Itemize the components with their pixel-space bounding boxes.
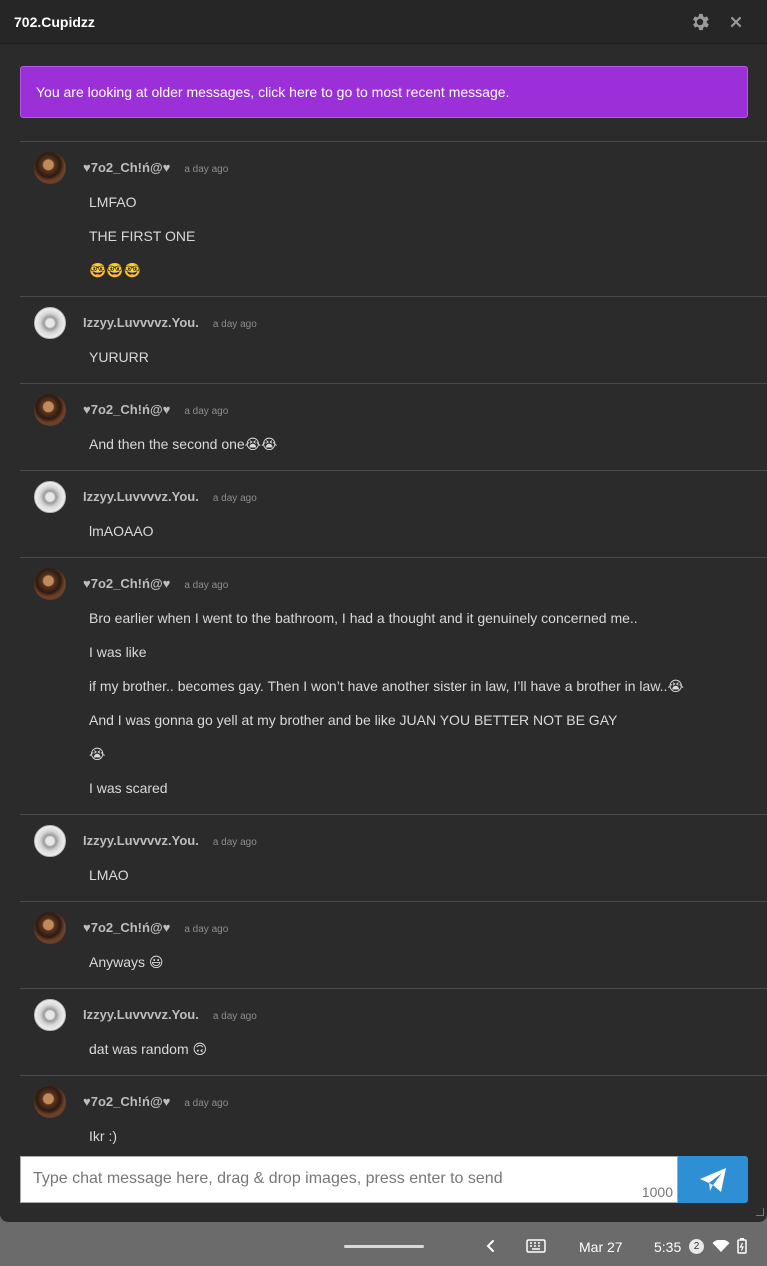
notification-count-badge[interactable]: 2 xyxy=(689,1239,704,1254)
message-item: Izzyy.Luvvvvz.You. a day ago dat was rand… xyxy=(20,988,767,1075)
message-author[interactable]: ♥7o2_Ch!ń@♥ xyxy=(83,920,170,935)
message-item: ♥7o2_Ch!ń@♥ a day ago Ikr :) xyxy=(20,1075,767,1162)
message-item: ♥7o2_Ch!ń@♥ a day ago Anyways 😃 xyxy=(20,901,767,988)
message-author[interactable]: Izzyy.Luvvvvz.You. xyxy=(83,489,199,504)
system-shelf: Mar 27 5:35 2 xyxy=(0,1226,767,1266)
message-time: a day ago xyxy=(212,319,257,330)
avatar[interactable] xyxy=(34,481,66,513)
message-line: 😭 xyxy=(89,746,106,762)
message-line: Anyways 😃 xyxy=(89,954,164,970)
message-author[interactable]: ♥7o2_Ch!ń@♥ xyxy=(83,402,170,417)
chat-window: 702.Cupidzz You are looking at older mes… xyxy=(0,0,767,1222)
message-line: And then the second one😭😭 xyxy=(89,436,278,452)
battery-icon[interactable] xyxy=(737,1238,747,1254)
message-line: THE FIRST ONE xyxy=(89,228,196,244)
avatar[interactable] xyxy=(34,568,66,600)
window-title: 702.Cupidzz xyxy=(14,13,95,30)
avatar[interactable] xyxy=(34,152,66,184)
message-item: Izzyy.Luvvvvz.You. a day ago lmAOAAO xyxy=(20,470,767,557)
message-line: And I was gonna go yell at my brother an… xyxy=(89,712,618,728)
message-time: a day ago xyxy=(212,1011,257,1022)
message-line: Bro earlier when I went to the bathroom,… xyxy=(89,610,638,626)
message-line: lmAOAAO xyxy=(89,523,154,539)
message-list: ♥7o2_Ch!ń@♥ a day ago LMFAO THE FIRST ONE… xyxy=(20,141,767,1162)
avatar[interactable] xyxy=(34,999,66,1031)
message-line: LMAO xyxy=(89,867,129,883)
message-line: I was scared xyxy=(89,780,168,796)
message-line: I was like xyxy=(89,644,147,660)
avatar[interactable] xyxy=(34,1086,66,1118)
clock-label[interactable]: 5:35 xyxy=(654,1239,681,1255)
message-author[interactable]: ♥7o2_Ch!ń@♥ xyxy=(83,1094,170,1109)
wifi-icon[interactable] xyxy=(712,1240,730,1253)
message-line: LMFAO xyxy=(89,194,137,210)
chat-message-input[interactable] xyxy=(21,1161,621,1197)
message-item: Izzyy.Luvvvvz.You. a day ago YURURR xyxy=(20,296,767,383)
avatar[interactable] xyxy=(34,912,66,944)
resize-handle[interactable] xyxy=(756,1208,764,1216)
home-gesture-handle[interactable] xyxy=(344,1245,424,1248)
date-label[interactable]: Mar 27 xyxy=(579,1239,623,1255)
char-counter: 1000 xyxy=(641,1184,673,1200)
message-author[interactable]: ♥7o2_Ch!ń@♥ xyxy=(83,576,170,591)
avatar[interactable] xyxy=(34,307,66,339)
message-time: a day ago xyxy=(184,1098,229,1109)
message-item: Izzyy.Luvvvvz.You. a day ago LMAO xyxy=(20,814,767,901)
send-button[interactable] xyxy=(678,1156,748,1203)
chat-input-box: 1000 xyxy=(20,1156,678,1203)
message-author[interactable]: Izzyy.Luvvvvz.You. xyxy=(83,315,199,330)
send-icon xyxy=(700,1167,726,1192)
message-line: dat was random 🙃 xyxy=(89,1041,208,1057)
message-author[interactable]: Izzyy.Luvvvvz.You. xyxy=(83,833,199,848)
message-author[interactable]: ♥7o2_Ch!ń@♥ xyxy=(83,160,170,175)
message-time: a day ago xyxy=(184,406,229,417)
message-time: a day ago xyxy=(184,580,229,591)
message-time: a day ago xyxy=(184,164,229,175)
older-messages-banner[interactable]: You are looking at older messages, click… xyxy=(20,66,748,118)
avatar[interactable] xyxy=(34,825,66,857)
message-time: a day ago xyxy=(212,493,257,504)
message-item: ♥7o2_Ch!ń@♥ a day ago And then the second… xyxy=(20,383,767,470)
close-icon[interactable] xyxy=(729,15,743,29)
back-icon[interactable] xyxy=(483,1238,497,1254)
message-time: a day ago xyxy=(212,837,257,848)
message-line: if my brother.. becomes gay. Then I won’… xyxy=(89,678,684,694)
keyboard-icon[interactable] xyxy=(526,1239,546,1253)
message-item: ♥7o2_Ch!ń@♥ a day ago LMFAO THE FIRST ONE… xyxy=(20,141,767,296)
message-line: YURURR xyxy=(89,349,149,365)
avatar[interactable] xyxy=(34,394,66,426)
message-item: ♥7o2_Ch!ń@♥ a day ago Bro earlier when I … xyxy=(20,557,767,814)
gear-icon[interactable] xyxy=(689,11,711,33)
message-author[interactable]: Izzyy.Luvvvvz.You. xyxy=(83,1007,199,1022)
title-bar: 702.Cupidzz xyxy=(0,0,767,44)
message-line: 🤓🤓🤓 xyxy=(89,262,142,278)
message-time: a day ago xyxy=(184,924,229,935)
